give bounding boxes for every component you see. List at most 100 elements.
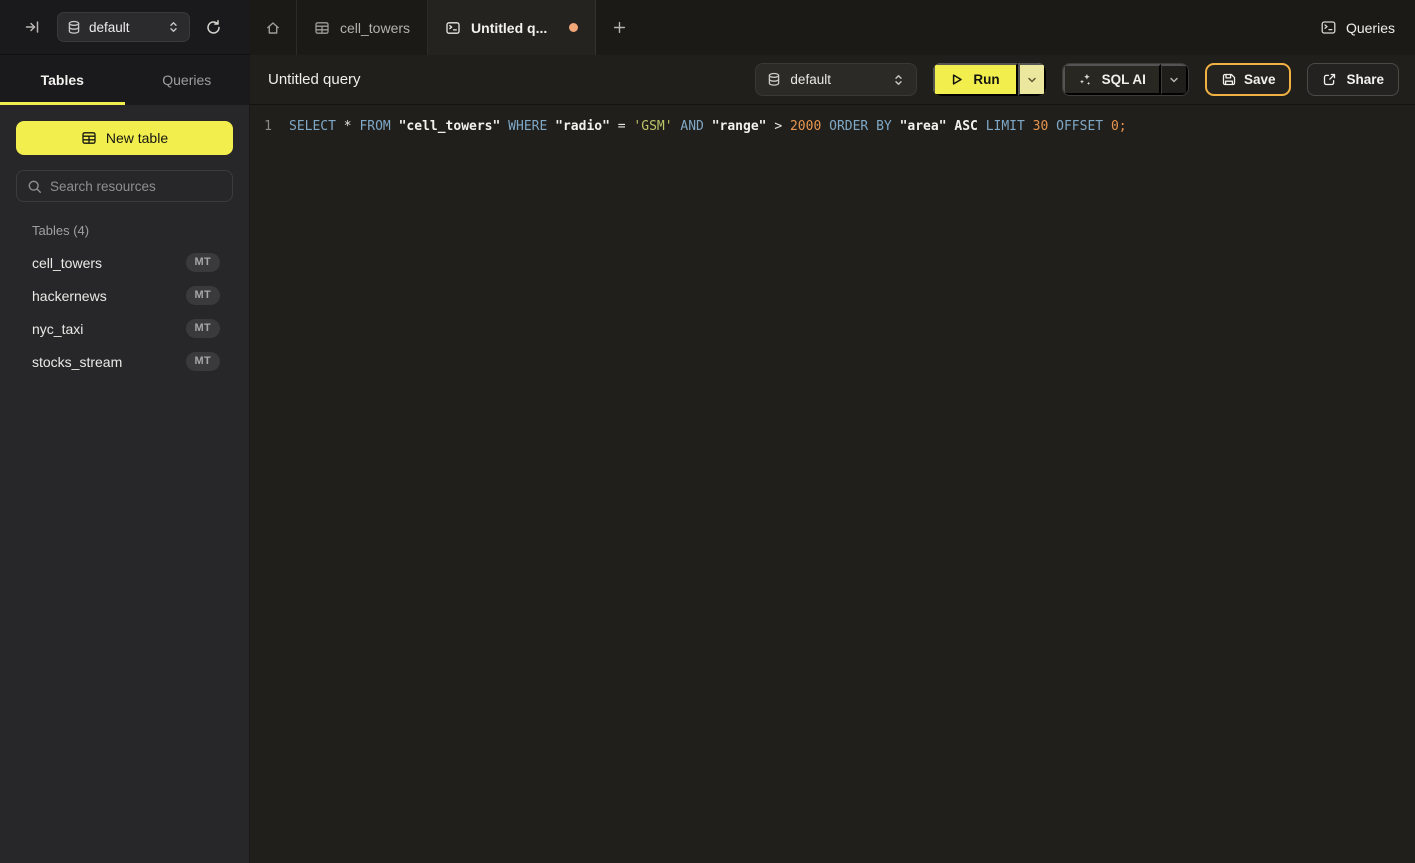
updown-chevrons-icon [892,73,905,87]
sql-ai-button[interactable]: SQL AI [1063,64,1161,95]
query-controls: default [755,63,1399,96]
sql-editor[interactable]: 1 SELECT * FROM "cell_towers" WHERE "rad… [250,105,1415,863]
sql-token: * [344,119,352,134]
tables-list: cell_towers MT hackernews MT nyc_taxi MT… [0,246,249,378]
sql-token: 'GSM' [633,119,672,134]
sql-token: ASC [954,119,977,134]
sql-ai-options-dropdown[interactable] [1161,64,1188,95]
table-row-nyc-taxi[interactable]: nyc_taxi MT [0,312,249,345]
tables-section-title: Tables (4) [32,223,233,238]
sparkles-icon [1078,72,1093,87]
database-selector-value: default [790,72,883,87]
query-database-selector[interactable]: default [755,63,917,96]
search-icon [27,179,42,194]
collapse-sidebar-button[interactable] [24,19,40,35]
sql-token: 2000 [790,119,821,134]
sql-ai-button-label: SQL AI [1102,72,1146,87]
query-terminal-icon [445,20,461,36]
refresh-button[interactable] [205,19,222,36]
table-name: hackernews [32,288,186,304]
database-selector-value: default [89,20,159,35]
sql-ai-button-group: SQL AI [1062,63,1189,96]
play-icon [949,72,964,87]
table-row-hackernews[interactable]: hackernews MT [0,279,249,312]
queries-terminal-icon [1320,19,1337,36]
page-title: Untitled query [268,71,361,88]
updown-chevrons-icon [167,20,180,34]
sql-token: LIMIT [986,119,1025,134]
chevron-down-icon [1026,74,1038,86]
search-resources-input[interactable] [50,179,222,194]
active-tab-indicator [0,102,125,105]
table-engine-badge: MT [186,253,220,272]
tab-home[interactable] [250,0,297,55]
search-box [16,170,233,202]
query-header: Untitled query default [250,55,1415,105]
sql-token: "cell_towers" [399,119,501,134]
refresh-icon [205,19,222,36]
sql-code-line: SELECT * FROM "cell_towers" WHERE "radio… [289,116,1127,137]
shell: Tables Queries New table [0,55,1415,863]
home-icon [265,20,281,36]
new-tab-button[interactable] [596,0,642,55]
table-row-stocks-stream[interactable]: stocks_stream MT [0,345,249,378]
plus-icon [612,20,627,35]
tab-label: cell_towers [340,20,410,36]
tab-label: Untitled q... [471,20,547,36]
sql-token: "radio" [555,119,610,134]
sql-token: BY [876,119,892,134]
run-button[interactable]: Run [933,63,1017,96]
new-table-button[interactable]: New table [16,121,233,155]
table-engine-badge: MT [186,319,220,338]
topbar: default [0,0,1415,55]
table-row-cell-towers[interactable]: cell_towers MT [0,246,249,279]
queries-button[interactable]: Queries [1320,19,1395,36]
share-button[interactable]: Share [1307,63,1399,96]
queries-button-label: Queries [1346,20,1395,36]
run-button-group: Run [933,63,1045,96]
chevron-down-icon [1168,74,1180,86]
sql-token: 0; [1111,119,1127,134]
sql-token: SELECT [289,119,336,134]
app-window: default [0,0,1415,863]
topbar-sidebar-header: default [0,0,250,55]
sidebar-tabs: Tables Queries [0,55,249,105]
sidebar-tab-queries[interactable]: Queries [125,55,250,105]
arrow-to-bar-icon [24,19,40,35]
sidebar-tab-tables[interactable]: Tables [0,55,125,105]
database-icon [67,20,81,35]
sql-token: 30 [1033,119,1049,134]
line-number: 1 [250,116,272,137]
tab-untitled-query[interactable]: Untitled q... [428,0,596,55]
sql-token: AND [680,119,703,134]
sql-token: > [774,119,782,134]
floppy-icon [1221,72,1236,87]
share-button-label: Share [1346,72,1384,87]
share-icon [1322,72,1337,87]
table-name: nyc_taxi [32,321,186,337]
sql-token: OFFSET [1056,119,1103,134]
topbar-database-selector[interactable]: default [57,12,190,42]
table-grid-icon [81,130,97,146]
unsaved-changes-dot [569,23,578,32]
new-table-button-label: New table [106,130,168,146]
sql-token: FROM [359,119,390,134]
table-name: stocks_stream [32,354,186,370]
run-button-label: Run [973,72,999,87]
table-engine-badge: MT [186,352,220,371]
table-engine-badge: MT [186,286,220,305]
save-button[interactable]: Save [1205,63,1292,96]
tab-cell-towers[interactable]: cell_towers [297,0,428,55]
sql-token: "range" [712,119,767,134]
sql-code-row: 1 SELECT * FROM "cell_towers" WHERE "rad… [250,116,1415,137]
sidebar: Tables Queries New table [0,55,250,863]
sidebar-tab-label: Queries [162,72,211,88]
sidebar-tab-label: Tables [41,72,84,88]
main-panel: Untitled query default [250,55,1415,863]
sql-token: = [618,119,626,134]
save-button-label: Save [1244,72,1276,87]
table-name: cell_towers [32,255,186,271]
run-options-dropdown[interactable] [1018,63,1046,96]
sql-token: WHERE [508,119,547,134]
sql-token: "area" [900,119,947,134]
